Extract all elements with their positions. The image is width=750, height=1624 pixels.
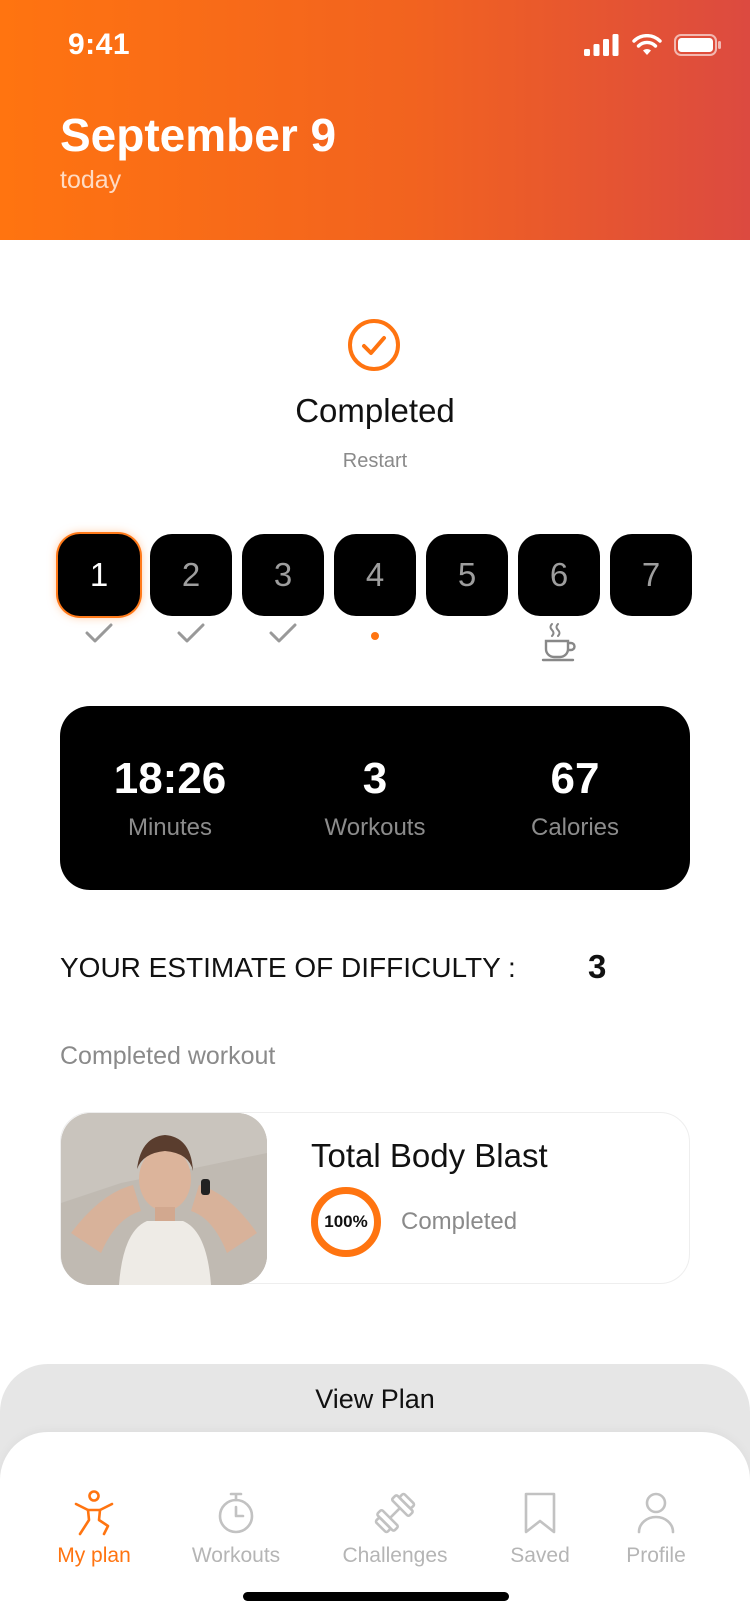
day-button-1[interactable]: 1	[58, 534, 140, 616]
progress-ring: 100%	[311, 1187, 381, 1257]
workout-title: Total Body Blast	[311, 1137, 548, 1174]
day-2-mark	[150, 622, 232, 666]
tab-my-plan[interactable]: My plan	[24, 1490, 164, 1568]
current-day-dot-icon	[371, 632, 379, 640]
day-status-row	[58, 622, 694, 666]
day-button-5[interactable]: 5	[426, 534, 508, 616]
person-stretch-icon	[74, 1490, 114, 1536]
status-icons	[584, 34, 722, 56]
stat-minutes: 18:26 Minutes	[80, 706, 260, 890]
day-button-2[interactable]: 2	[150, 534, 232, 616]
difficulty-label: YOUR ESTIMATE OF DIFFICULTY :	[60, 952, 516, 983]
day-1-mark	[58, 622, 140, 666]
tab-challenges[interactable]: Challenges	[325, 1490, 465, 1568]
checkmark-icon	[269, 623, 297, 643]
day-button-3[interactable]: 3	[242, 534, 324, 616]
profile-icon	[637, 1492, 675, 1534]
day-4-mark	[334, 622, 416, 666]
stat-value: 18:26	[113, 754, 227, 803]
stat-workouts: 3 Workouts	[285, 706, 465, 890]
completed-workout-label: Completed workout	[60, 1042, 276, 1070]
day-3-mark	[242, 622, 324, 666]
difficulty-value: 3	[588, 948, 607, 985]
stat-calories: 67 Calories	[485, 706, 665, 890]
stopwatch-icon	[218, 1492, 254, 1534]
bookmark-icon	[524, 1492, 556, 1534]
tab-label: Profile	[626, 1544, 686, 1567]
tab-label: Challenges	[342, 1544, 448, 1567]
completed-title: Completed	[295, 392, 455, 429]
view-plan-button[interactable]: View Plan	[0, 1384, 750, 1415]
stat-value: 3	[362, 754, 388, 803]
day-6-mark	[518, 622, 600, 666]
day-button-4[interactable]: 4	[334, 534, 416, 616]
check-circle-icon	[348, 319, 400, 371]
dumbbell-icon	[374, 1492, 416, 1534]
checkmark-icon	[85, 623, 113, 643]
workout-card[interactable]: Total Body Blast 100% Completed	[60, 1112, 690, 1285]
restart-button[interactable]: Restart	[0, 450, 750, 473]
stat-label: Calories	[530, 814, 620, 841]
page-title: September 9	[60, 109, 337, 161]
tab-profile[interactable]: Profile	[586, 1490, 726, 1568]
status-time: 9:41	[68, 28, 131, 61]
stats-card: 18:26 Minutes 3 Workouts 67 Calories	[60, 706, 690, 890]
stat-label: Minutes	[127, 814, 213, 841]
wifi-icon	[632, 34, 662, 55]
tab-workouts[interactable]: Workouts	[166, 1490, 306, 1568]
page-subtitle: today	[60, 166, 122, 194]
stat-value: 67	[550, 754, 600, 803]
tab-label: Workouts	[191, 1544, 281, 1567]
tab-label: Saved	[510, 1544, 570, 1567]
workout-status: Completed	[401, 1208, 518, 1235]
woman-stretching-photo	[61, 1113, 267, 1285]
checkmark-icon	[177, 623, 205, 643]
stat-label: Workouts	[324, 814, 426, 841]
progress-percent: 100%	[324, 1212, 368, 1231]
home-indicator	[243, 1592, 509, 1601]
day-button-7[interactable]: 7	[610, 534, 692, 616]
header: 9:41 September 9 today	[0, 0, 750, 240]
signal-icon	[584, 34, 619, 56]
tab-label: My plan	[57, 1544, 131, 1567]
coffee-cup-icon	[541, 623, 576, 662]
day-selector: 1 2 3 4 5 6 7	[58, 534, 694, 616]
workout-thumbnail	[61, 1113, 267, 1285]
battery-icon	[674, 34, 721, 56]
day-button-6[interactable]: 6	[518, 534, 600, 616]
